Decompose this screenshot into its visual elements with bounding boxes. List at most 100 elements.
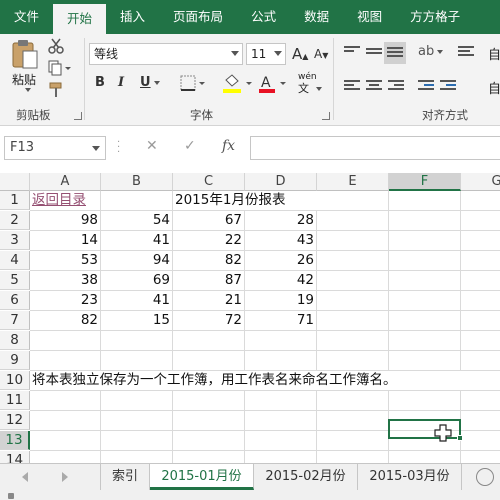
align-top-icon[interactable] bbox=[344, 46, 360, 58]
font-launcher[interactable] bbox=[322, 112, 330, 120]
cell-a6[interactable]: 23 bbox=[30, 291, 101, 310]
decrease-indent-icon[interactable] bbox=[418, 80, 434, 92]
cell-a5[interactable]: 38 bbox=[30, 271, 101, 290]
paste-dropdown-caret[interactable] bbox=[25, 88, 31, 92]
align-center-icon[interactable] bbox=[366, 80, 382, 92]
fill-handle[interactable] bbox=[457, 435, 463, 441]
cell-c3[interactable]: 22 bbox=[173, 231, 245, 250]
cell-b6[interactable]: 41 bbox=[101, 291, 173, 310]
tab-fangfangezi[interactable]: 方方格子 bbox=[396, 0, 474, 34]
select-all-corner[interactable] bbox=[0, 173, 30, 191]
chevron-down-icon[interactable] bbox=[92, 146, 100, 151]
column-header-e[interactable]: E bbox=[317, 173, 389, 191]
formula-input[interactable] bbox=[250, 136, 500, 160]
cell-a7[interactable]: 82 bbox=[30, 311, 101, 330]
font-color-icon[interactable]: A bbox=[258, 74, 290, 97]
cell-d7[interactable]: 71 bbox=[245, 311, 317, 330]
insert-function-button[interactable]: fx bbox=[222, 138, 235, 154]
row-header-6[interactable]: 6 bbox=[0, 291, 30, 310]
font-size-select[interactable]: 11 bbox=[246, 43, 286, 65]
row-header-7[interactable]: 7 bbox=[0, 311, 30, 330]
row-header-13-selected[interactable]: 13 bbox=[0, 431, 30, 450]
column-header-a[interactable]: A bbox=[30, 173, 101, 191]
column-header-b[interactable]: B bbox=[101, 173, 173, 191]
row-header-12[interactable]: 12 bbox=[0, 411, 30, 430]
cell-b3[interactable]: 41 bbox=[101, 231, 173, 250]
row-header-5[interactable]: 5 bbox=[0, 271, 30, 290]
row-header-14[interactable]: 14 bbox=[0, 451, 30, 463]
cell-b2[interactable]: 54 bbox=[101, 211, 173, 230]
increase-indent-icon[interactable] bbox=[440, 80, 456, 92]
cancel-icon[interactable]: ✕ bbox=[146, 138, 158, 154]
cell-d4[interactable]: 26 bbox=[245, 251, 317, 270]
copy-icon[interactable] bbox=[48, 60, 72, 79]
cell-d2[interactable]: 28 bbox=[245, 211, 317, 230]
more-sheets-icon[interactable] bbox=[476, 468, 494, 486]
cell-b4[interactable]: 94 bbox=[101, 251, 173, 270]
align-left-icon[interactable] bbox=[344, 80, 360, 92]
cell-a1-link[interactable]: 返回目录 bbox=[30, 191, 101, 210]
orientation-icon[interactable]: ab bbox=[418, 44, 444, 59]
borders-icon[interactable] bbox=[180, 75, 206, 94]
tab-formulas[interactable]: 公式 bbox=[237, 0, 290, 34]
sheet-tab-index[interactable]: 索引 bbox=[100, 464, 150, 490]
wrap-text-icon[interactable] bbox=[458, 46, 474, 58]
sheet-tab-2015-03[interactable]: 2015-03月份 bbox=[358, 464, 462, 490]
cell-d3[interactable]: 43 bbox=[245, 231, 317, 250]
tab-page-layout[interactable]: 页面布局 bbox=[159, 0, 237, 34]
cell-d5[interactable]: 42 bbox=[245, 271, 317, 290]
fill-color-icon[interactable] bbox=[222, 74, 254, 97]
row-header-9[interactable]: 9 bbox=[0, 351, 30, 370]
clipboard-launcher[interactable] bbox=[74, 112, 82, 120]
cell-a3[interactable]: 14 bbox=[30, 231, 101, 250]
align-bottom-icon[interactable] bbox=[384, 42, 406, 64]
cell-a4[interactable]: 53 bbox=[30, 251, 101, 270]
tab-insert[interactable]: 插入 bbox=[106, 0, 159, 34]
column-header-f[interactable]: F bbox=[389, 173, 461, 191]
tab-data[interactable]: 数据 bbox=[290, 0, 343, 34]
wen-phonetic-button[interactable]: wén 文 bbox=[298, 72, 322, 96]
bold-button[interactable]: B bbox=[95, 75, 105, 90]
row-header-2[interactable]: 2 bbox=[0, 211, 30, 230]
cell-c1[interactable]: 2015年1月份报表 bbox=[175, 191, 317, 210]
cell-c4[interactable]: 82 bbox=[173, 251, 245, 270]
align-right-icon[interactable] bbox=[388, 80, 404, 92]
cell-a10-note[interactable]: 将本表独立保存为一个工作簿，用工作表名来命名工作簿名。 bbox=[32, 371, 500, 390]
sheet-tab-2015-02[interactable]: 2015-02月份 bbox=[254, 464, 358, 490]
merge-partial-label[interactable]: 自 bbox=[488, 78, 500, 97]
column-header-d[interactable]: D bbox=[245, 173, 317, 191]
cell-c6[interactable]: 21 bbox=[173, 291, 245, 310]
row-header-10[interactable]: 10 bbox=[0, 371, 30, 390]
cell-b7[interactable]: 15 bbox=[101, 311, 173, 330]
row-header-1[interactable]: 1 bbox=[0, 191, 30, 210]
cell-a2[interactable]: 98 bbox=[30, 211, 101, 230]
paste-button[interactable]: 粘贴 bbox=[8, 38, 42, 96]
font-name-select[interactable]: 等线 bbox=[89, 43, 243, 65]
align-middle-icon[interactable] bbox=[366, 48, 382, 60]
tab-file[interactable]: 文件 bbox=[0, 0, 53, 34]
cell-c2[interactable]: 67 bbox=[173, 211, 245, 230]
column-header-g[interactable]: G bbox=[461, 173, 500, 191]
cell-c5[interactable]: 87 bbox=[173, 271, 245, 290]
row-header-8[interactable]: 8 bbox=[0, 331, 30, 350]
tab-view[interactable]: 视图 bbox=[343, 0, 396, 34]
row-header-3[interactable]: 3 bbox=[0, 231, 30, 250]
italic-button[interactable]: I bbox=[118, 75, 124, 90]
tab-home[interactable]: 开始 bbox=[53, 4, 107, 34]
format-painter-icon[interactable] bbox=[48, 82, 64, 101]
column-header-c[interactable]: C bbox=[173, 173, 245, 191]
shrink-font-button[interactable]: A▼ bbox=[314, 47, 328, 61]
name-box[interactable]: F13 bbox=[4, 136, 106, 160]
cut-icon[interactable] bbox=[48, 38, 64, 57]
sheet-tab-2015-01[interactable]: 2015-01月份 bbox=[150, 464, 254, 490]
formula-bar-grip-icon[interactable]: · · · bbox=[117, 138, 120, 158]
cell-d6[interactable]: 19 bbox=[245, 291, 317, 310]
scroll-tabs-right-icon[interactable] bbox=[62, 472, 68, 482]
worksheet-grid[interactable]: A B C D E F G 1 2 3 4 5 6 7 8 9 10 11 12… bbox=[0, 173, 500, 463]
underline-button[interactable]: U bbox=[140, 75, 160, 90]
cell-b5[interactable]: 69 bbox=[101, 271, 173, 290]
wrap-text-partial-label[interactable]: 自 bbox=[488, 44, 500, 63]
row-header-4[interactable]: 4 bbox=[0, 251, 30, 270]
cell-c7[interactable]: 72 bbox=[173, 311, 245, 330]
row-header-11[interactable]: 11 bbox=[0, 391, 30, 410]
